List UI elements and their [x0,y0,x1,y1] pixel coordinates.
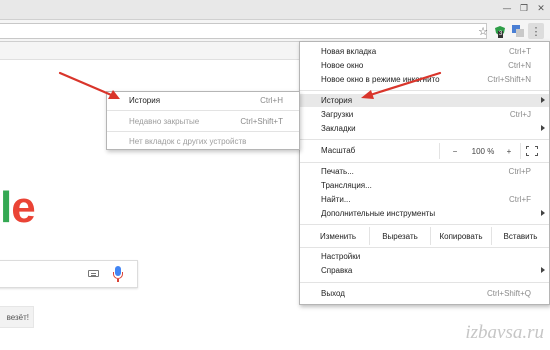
translate-icon[interactable] [512,25,524,37]
menu-item-exit[interactable]: Выход Ctrl+Shift+Q [300,287,549,300]
zoom-divider [439,143,440,159]
menu-divider [300,90,549,91]
menu-item-label: Настройки [321,252,361,261]
zoom-out-button[interactable]: − [446,143,464,159]
keyboard-icon[interactable] [88,270,99,277]
submenu-divider [107,110,299,111]
menu-divider [300,247,549,248]
submenu-item-label: Нет вкладок с других устройств [129,137,247,146]
menu-item-label: Новое окно [321,61,364,70]
menu-divider [300,282,549,283]
menu-divider [300,224,549,225]
zoom-label: Масштаб [321,146,356,155]
google-logo-partial: le [0,183,36,232]
menu-divider [300,139,549,140]
copy-button[interactable]: Копировать [431,227,491,245]
menu-item-label: Справка [321,266,353,275]
menu-item-label: Закладки [321,124,356,133]
zoom-in-button[interactable]: + [500,143,518,159]
zoom-value: 100 % [471,146,495,156]
menu-item-new-window[interactable]: Новое окно Ctrl+N [300,59,549,72]
minimize-icon[interactable]: — [501,3,513,15]
cut-button[interactable]: Вырезать [370,227,430,245]
menu-item-history[interactable]: История [300,94,549,107]
logo-letter-e: e [11,183,36,232]
menu-item-settings[interactable]: Настройки [300,250,549,263]
submenu-arrow-icon [541,267,545,273]
menu-item-label: Найти... [321,195,351,204]
menu-item-label: История [321,96,353,105]
zoom-row: Масштаб − 100 % + [300,142,549,160]
edit-row: Изменить Вырезать Копировать Вставить [300,227,549,245]
search-input[interactable] [0,260,138,288]
extension-badge: 3 [498,31,504,38]
menu-item-more-tools[interactable]: Дополнительные инструменты [300,207,549,220]
menu-item-shortcut: Ctrl+Shift+Q [486,289,531,298]
menu-item-downloads[interactable]: Загрузки Ctrl+J [300,108,549,121]
menu-item-label: Дополнительные инструменты [321,209,436,218]
history-submenu: История Ctrl+H Недавно закрытые Ctrl+Shi… [106,91,300,150]
menu-item-print[interactable]: Печать... Ctrl+P [300,165,549,178]
menu-item-shortcut: Ctrl+Shift+N [487,75,531,84]
menu-item-label: Печать... [321,167,354,176]
submenu-arrow-icon [541,97,545,103]
submenu-item-shortcut: Ctrl+H [260,96,283,105]
menu-item-help[interactable]: Справка [300,264,549,277]
menu-item-shortcut: Ctrl+T [509,47,531,56]
paste-button[interactable]: Вставить [492,227,549,245]
chrome-main-menu: Новая вкладка Ctrl+T Новое окно Ctrl+N Н… [299,41,550,305]
close-window-icon[interactable]: ✕ [535,3,547,15]
submenu-item-recently-closed: Недавно закрытые Ctrl+Shift+T [107,115,299,128]
lucky-button[interactable]: везёт! [0,306,34,328]
fullscreen-icon[interactable] [526,146,538,156]
menu-item-shortcut: Ctrl+F [509,195,531,204]
menu-item-label: Новая вкладка [321,47,377,56]
menu-item-label: Трансляция... [321,181,372,190]
bookmark-star-icon[interactable]: ☆ [475,23,491,39]
menu-item-shortcut: Ctrl+N [508,61,531,70]
logo-letter-l: l [0,183,12,232]
menu-item-new-tab[interactable]: Новая вкладка Ctrl+T [300,45,549,58]
extension-shield-icon[interactable]: 3 [494,25,506,38]
menu-item-shortcut: Ctrl+J [509,110,531,119]
watermark: izbavsa.ru [465,322,544,343]
microphone-stand [113,272,123,279]
submenu-item-label: Недавно закрытые [129,117,200,126]
menu-divider [300,162,549,163]
menu-kebab-icon[interactable]: ⋮ [528,23,544,39]
submenu-divider [107,131,299,132]
menu-item-label: Загрузки [321,110,354,119]
address-bar[interactable] [0,23,487,39]
menu-item-incognito[interactable]: Новое окно в режиме инкогнито Ctrl+Shift… [300,73,549,86]
submenu-arrow-icon [541,210,545,216]
menu-item-cast[interactable]: Трансляция... [300,179,549,192]
menu-item-label: Новое окно в режиме инкогнито [321,75,440,84]
restore-icon[interactable]: ❐ [518,3,530,15]
menu-item-bookmarks[interactable]: Закладки [300,122,549,135]
submenu-item-shortcut: Ctrl+Shift+T [240,117,283,126]
zoom-divider [520,143,521,159]
menu-item-shortcut: Ctrl+P [508,167,531,176]
submenu-item-history[interactable]: История Ctrl+H [107,94,299,107]
edit-label: Изменить [319,231,357,241]
microphone-base [117,279,119,282]
submenu-item-no-other-devices: Нет вкладок с других устройств [107,135,299,148]
submenu-item-label: История [129,96,161,105]
title-bar: — ❐ ✕ [0,0,550,20]
menu-item-find[interactable]: Найти... Ctrl+F [300,193,549,206]
menu-item-label: Выход [321,289,345,298]
submenu-arrow-icon [541,125,545,131]
